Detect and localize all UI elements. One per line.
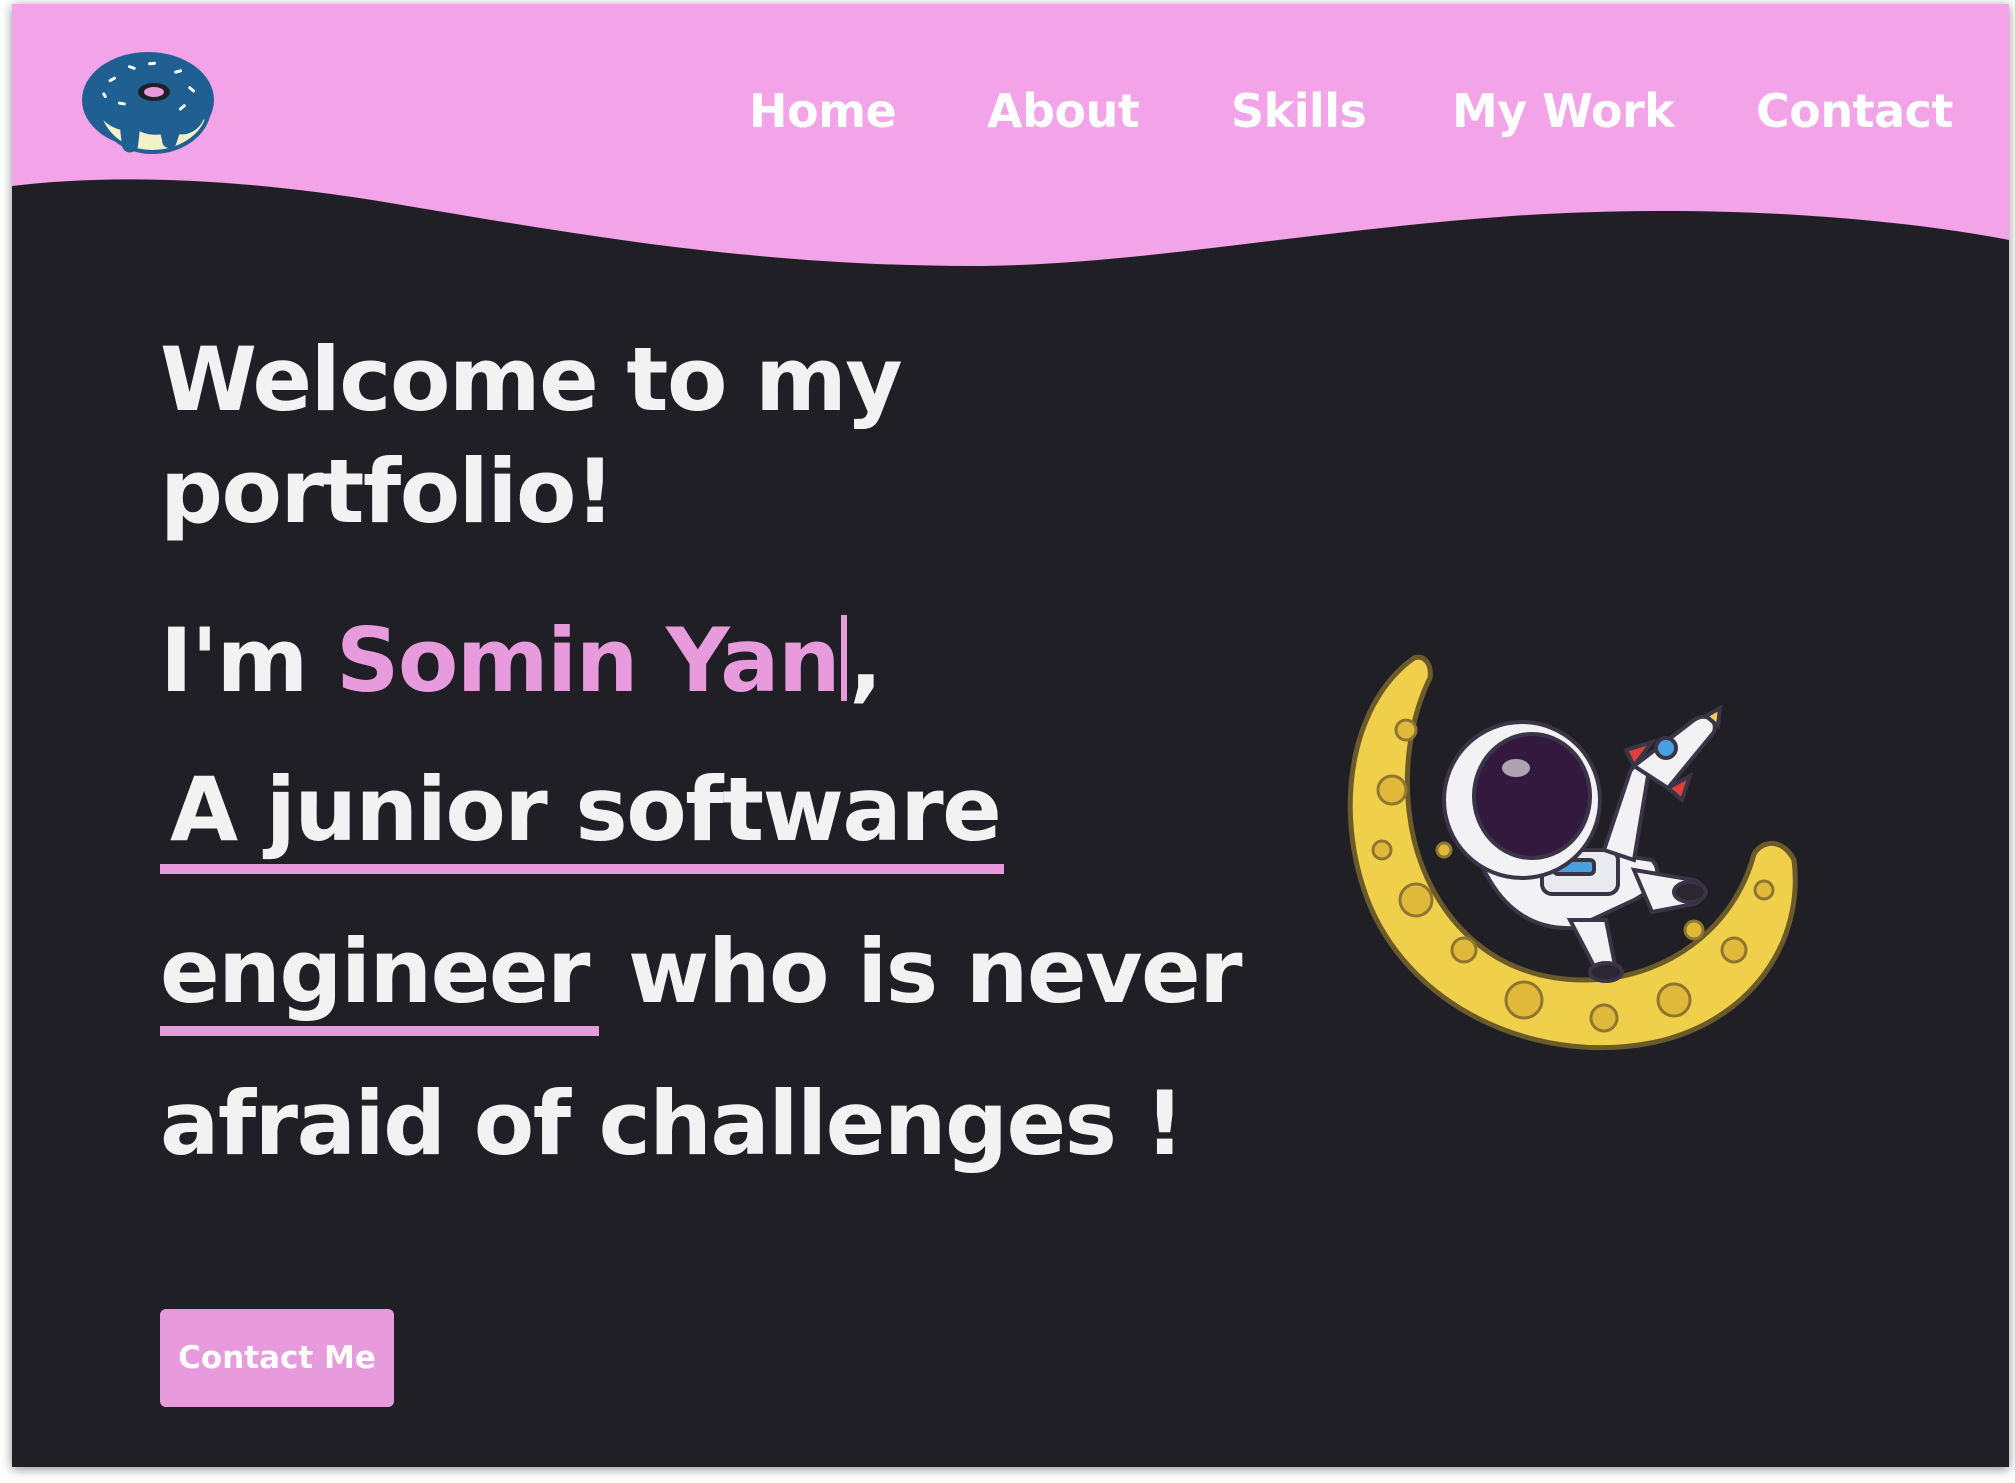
typing-cursor bbox=[841, 615, 848, 701]
tagline-highlight-2: engineer bbox=[160, 922, 599, 1036]
page-frame: Home About Skills My Work Contact Welcom… bbox=[12, 4, 2009, 1467]
nav-skills[interactable]: Skills bbox=[1231, 84, 1367, 138]
nav-my-work[interactable]: My Work bbox=[1452, 84, 1675, 138]
intro-suffix: , bbox=[849, 609, 882, 712]
tagline-line-2: engineer who is never bbox=[160, 920, 1243, 1036]
nav-home[interactable]: Home bbox=[749, 84, 897, 138]
contact-me-button[interactable]: Contact Me bbox=[160, 1309, 394, 1407]
intro-line: I'm Somin Yan, bbox=[160, 609, 883, 712]
main-nav: Home About Skills My Work Contact bbox=[12, 84, 2009, 154]
typed-name: Somin Yan bbox=[336, 609, 841, 712]
tagline-line-3: afraid of challenges ! bbox=[160, 1072, 1185, 1175]
nav-about[interactable]: About bbox=[987, 84, 1140, 138]
tagline-rest: who is never bbox=[598, 920, 1243, 1023]
site-header: Home About Skills My Work Contact bbox=[12, 4, 2009, 274]
tagline-highlight-1: A junior software bbox=[160, 760, 1005, 874]
nav-contact[interactable]: Contact bbox=[1756, 84, 1953, 138]
tagline-line-1: A junior software bbox=[160, 758, 1005, 874]
page-title: Welcome to my portfolio! bbox=[160, 328, 903, 543]
astronaut-on-moon-illustration bbox=[1347, 654, 1798, 1051]
intro-prefix: I'm bbox=[160, 609, 337, 712]
